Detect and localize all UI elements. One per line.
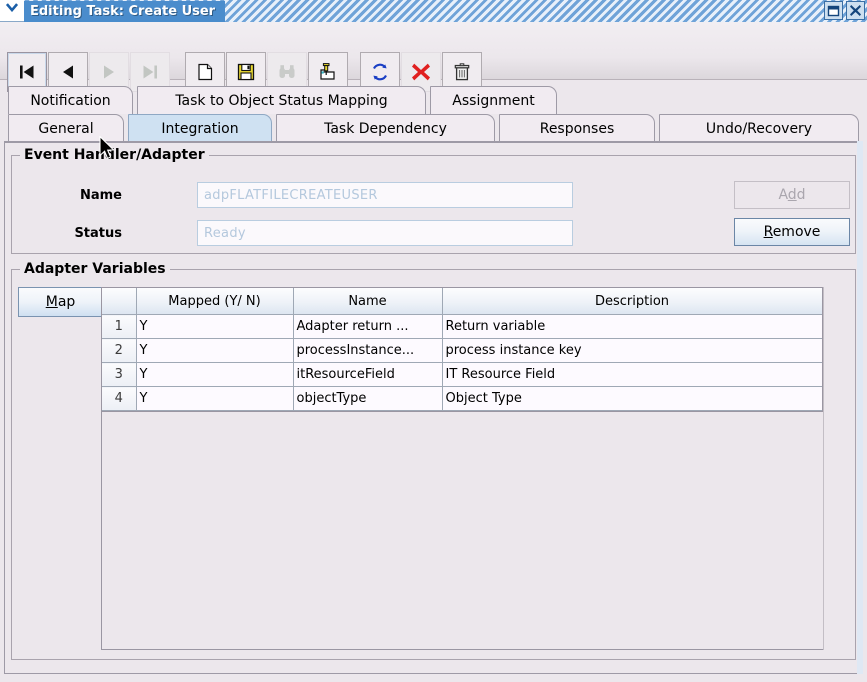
integration-tab-panel: Event Handler/Adapter Name adpFLATFILECR… — [4, 141, 863, 674]
save-floppy-icon — [236, 62, 256, 82]
row-number: 3 — [102, 362, 137, 387]
new-document-icon — [195, 62, 215, 82]
dialog-right-gutter[interactable] — [857, 141, 863, 674]
tab-task-to-object-status-mapping[interactable]: Task to Object Status Mapping — [137, 86, 426, 114]
window-controls — [824, 1, 865, 20]
cell-description[interactable]: Return variable — [442, 314, 822, 339]
main-toolbar — [0, 22, 867, 92]
adapter-variables-grid: Mapped (Y/ N) Name Description 1 Y Adapt… — [102, 288, 822, 411]
titlebar-drag-area[interactable] — [225, 0, 867, 22]
column-header-rownum[interactable] — [102, 288, 137, 315]
cell-description[interactable]: IT Resource Field — [442, 362, 822, 387]
event-handler-adapter-group: Event Handler/Adapter Name adpFLATFILECR… — [11, 147, 856, 254]
adapter-variables-vertical-scrollbar[interactable] — [823, 287, 831, 650]
event-handler-adapter-title: Event Handler/Adapter — [20, 147, 209, 163]
row-number: 1 — [102, 314, 137, 339]
map-button[interactable]: Map — [18, 287, 103, 317]
table-row[interactable]: 4 Y objectType Object Type — [102, 386, 822, 411]
tab-label: Assignment — [452, 92, 535, 109]
refresh-arrows-icon — [369, 61, 391, 83]
cell-mapped[interactable]: Y — [136, 338, 294, 363]
close-button[interactable] — [846, 1, 865, 20]
system-menu-button[interactable] — [0, 0, 24, 22]
tab-undo-recovery[interactable]: Undo/Recovery — [659, 114, 859, 142]
cell-name[interactable]: itResourceField — [293, 362, 443, 387]
tab-general[interactable]: General — [8, 114, 124, 142]
tab-assignment[interactable]: Assignment — [430, 86, 557, 114]
next-record-icon — [99, 62, 119, 82]
adapter-variables-table: Mapped (Y/ N) Name Description 1 Y Adapt… — [101, 287, 823, 412]
last-record-icon — [140, 62, 160, 82]
map-button-label: Map — [45, 294, 76, 310]
tab-label: Undo/Recovery — [705, 120, 813, 137]
close-icon — [849, 4, 862, 17]
tab-responses[interactable]: Responses — [499, 114, 655, 142]
tab-label: Responses — [539, 120, 615, 137]
window-title: Editing Task: Create User — [24, 0, 226, 22]
tab-label: Notification — [30, 92, 111, 109]
tab-label: Task to Object Status Mapping — [175, 92, 388, 109]
remove-button-label: Remove — [763, 224, 821, 240]
cell-name[interactable]: objectType — [293, 386, 443, 411]
status-label: Status — [74, 226, 122, 241]
trash-can-icon — [452, 62, 472, 82]
editing-task-window: Editing Task: Create User Notification T… — [0, 0, 867, 682]
cell-mapped[interactable]: Y — [136, 386, 294, 411]
previous-record-icon — [58, 62, 78, 82]
column-header-description[interactable]: Description — [442, 288, 822, 315]
adapter-name-field[interactable]: adpFLATFILECREATEUSER — [197, 182, 573, 208]
cell-name[interactable]: Adapter return ... — [293, 314, 443, 339]
table-row[interactable]: 2 Y processInstance... process instance … — [102, 338, 822, 363]
add-button[interactable]: Add — [734, 181, 850, 209]
cell-name[interactable]: processInstance... — [293, 338, 443, 363]
remove-button[interactable]: Remove — [734, 218, 850, 246]
row-number: 4 — [102, 386, 137, 411]
cell-description[interactable]: process instance key — [442, 338, 822, 363]
restore-button[interactable] — [824, 1, 843, 20]
tab-label: Integration — [161, 120, 239, 137]
chevron-down-icon — [4, 3, 20, 18]
red-x-icon — [410, 61, 432, 83]
binoculars-icon — [277, 62, 297, 82]
table-row[interactable]: 3 Y itResourceField IT Resource Field — [102, 362, 822, 387]
tab-strip-row-1: Notification Task to Object Status Mappi… — [0, 86, 867, 114]
tab-integration[interactable]: Integration — [128, 114, 272, 142]
tab-label: Task Dependency — [324, 120, 447, 137]
tab-strip-row-2: General Integration Task Dependency Resp… — [0, 114, 867, 142]
cell-description[interactable]: Object Type — [442, 386, 822, 411]
adapter-variables-group: Adapter Variables Map Mapped (Y/ N) Name… — [11, 261, 856, 660]
cell-mapped[interactable]: Y — [136, 362, 294, 387]
first-record-icon — [17, 62, 37, 82]
tab-task-dependency[interactable]: Task Dependency — [276, 114, 495, 142]
column-header-mapped[interactable]: Mapped (Y/ N) — [136, 288, 294, 315]
table-row[interactable]: 1 Y Adapter return ... Return variable — [102, 314, 822, 339]
restore-icon — [827, 5, 840, 17]
table-header-row: Mapped (Y/ N) Name Description — [102, 288, 822, 315]
row-number: 2 — [102, 338, 137, 363]
cell-mapped[interactable]: Y — [136, 314, 294, 339]
add-button-label: Add — [778, 187, 806, 203]
tab-notification[interactable]: Notification — [8, 86, 133, 114]
pushpin-folder-icon — [317, 61, 339, 83]
tab-label: General — [38, 120, 94, 137]
name-label: Name — [79, 188, 122, 203]
window-titlebar: Editing Task: Create User — [0, 0, 867, 22]
adapter-status-field[interactable]: Ready — [197, 220, 573, 246]
adapter-variables-title: Adapter Variables — [20, 261, 170, 277]
column-header-name[interactable]: Name — [293, 288, 443, 315]
